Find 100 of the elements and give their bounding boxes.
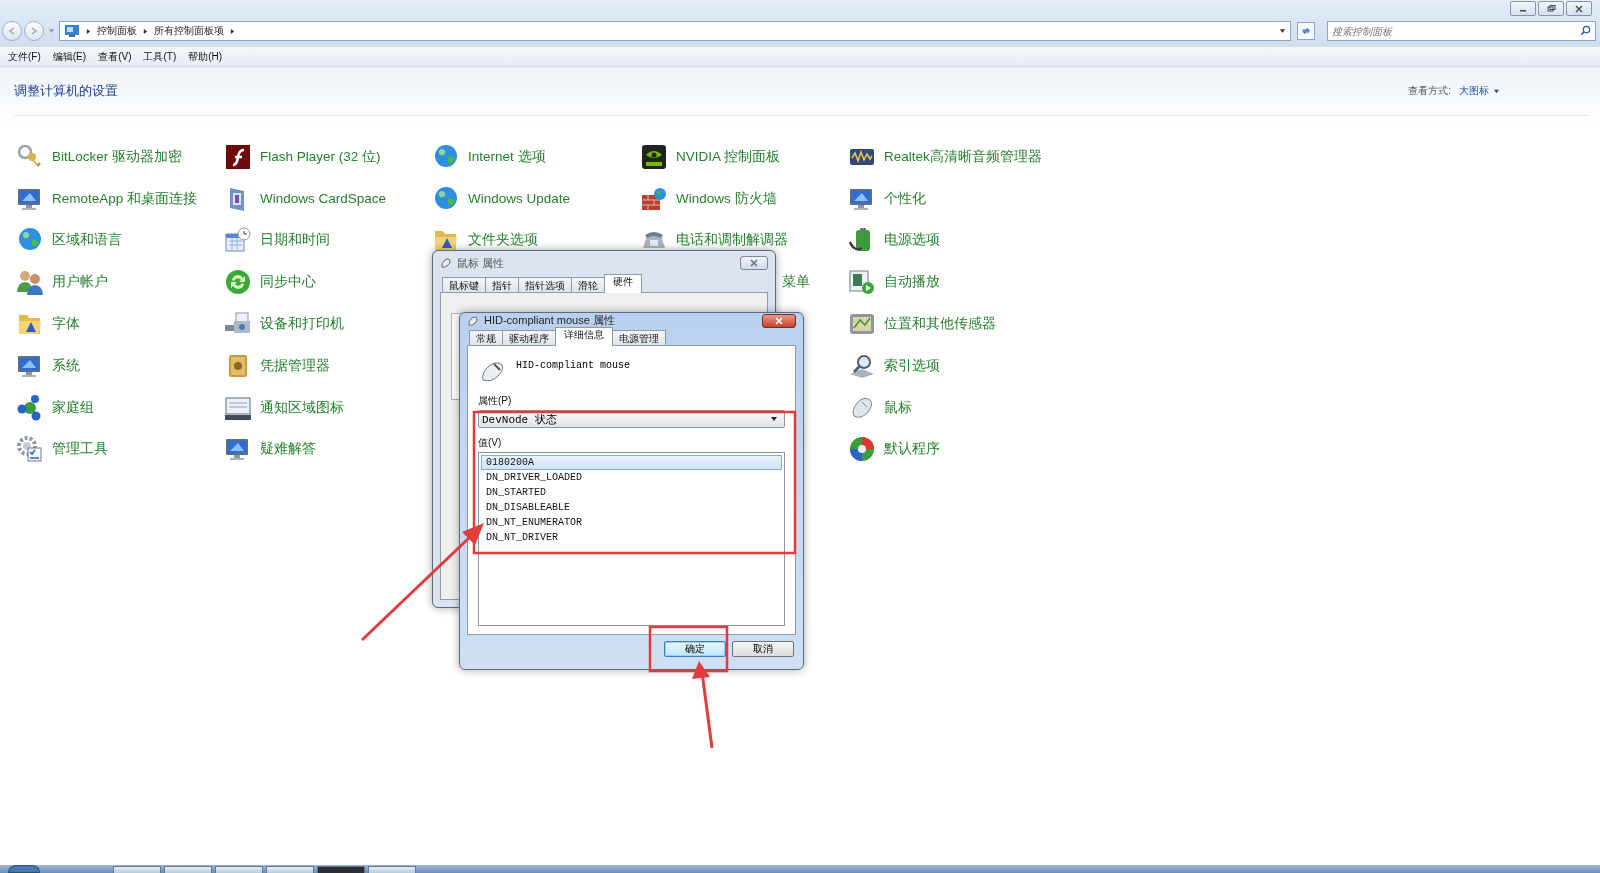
- item-link[interactable]: 字体: [52, 315, 80, 334]
- taskbar-button[interactable]: [368, 866, 416, 873]
- field-label: 值(V): [478, 436, 503, 450]
- item-link[interactable]: 电话和调制解调器: [676, 231, 788, 250]
- close-icon: [749, 259, 759, 267]
- tab[interactable]: 详细信息: [555, 327, 613, 346]
- tab[interactable]: 电源管理: [612, 330, 666, 346]
- item-link[interactable]: 菜单: [782, 273, 810, 292]
- sync-icon: [224, 268, 252, 297]
- search-field[interactable]: 搜索控制面板: [1327, 21, 1596, 41]
- item-link[interactable]: 个性化: [884, 189, 926, 208]
- item-link[interactable]: 区域和语言: [52, 231, 122, 250]
- item-link[interactable]: Windows 防火墙: [676, 189, 777, 208]
- people-icon: [16, 268, 44, 297]
- chevron-icon[interactable]: [230, 27, 235, 35]
- dropdown-caret-icon[interactable]: [1279, 28, 1286, 34]
- mouse-icon: [467, 314, 479, 327]
- item-link[interactable]: 电源选项: [884, 231, 940, 250]
- tab[interactable]: 驱动程序: [502, 330, 556, 346]
- view-dropdown[interactable]: 大图标: [1459, 84, 1500, 98]
- close-button[interactable]: [740, 256, 768, 270]
- item-link[interactable]: Windows CardSpace: [260, 191, 387, 207]
- item-link[interactable]: 位置和其他传感器: [884, 315, 996, 334]
- taskbar-button[interactable]: [215, 866, 263, 873]
- start-button[interactable]: [8, 865, 40, 873]
- item-link[interactable]: Windows Update: [468, 191, 571, 207]
- item-link[interactable]: Flash Player (32 位): [260, 147, 381, 166]
- list-item[interactable]: 0180200A: [481, 455, 782, 470]
- back-button[interactable]: [2, 21, 22, 41]
- caret-icon: [1493, 88, 1500, 94]
- item-link[interactable]: 自动播放: [884, 273, 940, 292]
- item-link[interactable]: 默认程序: [884, 440, 940, 459]
- close-icon: [1574, 4, 1584, 13]
- dialog-title: 鼠标 属性: [457, 255, 505, 271]
- item-link[interactable]: 索引选项: [884, 356, 940, 375]
- item-link[interactable]: Realtek高清晰音频管理器: [884, 147, 1042, 166]
- dialog-title: HID-compliant mouse 属性: [484, 313, 615, 328]
- item-link[interactable]: 管理工具: [52, 440, 108, 459]
- taskbar-button[interactable]: [113, 866, 161, 873]
- item-link[interactable]: NVIDIA 控制面板: [676, 147, 780, 166]
- taskbar-button[interactable]: [164, 866, 212, 873]
- item-link[interactable]: 鼠标: [884, 398, 912, 417]
- item-link[interactable]: Internet 选项: [468, 147, 546, 166]
- refresh-icon: [1301, 26, 1311, 36]
- taskbar-button[interactable]: [266, 866, 314, 873]
- tab[interactable]: 指针选项: [518, 277, 572, 293]
- control-panel-icon: [64, 24, 80, 38]
- tab[interactable]: 硬件: [604, 274, 642, 293]
- caret-icon[interactable]: [48, 28, 55, 34]
- tab[interactable]: 鼠标键: [442, 277, 486, 293]
- chevron-icon[interactable]: [143, 27, 148, 35]
- list-item[interactable]: DN_DISABLEABLE: [481, 500, 782, 515]
- display-card-icon: [640, 142, 668, 171]
- item-link[interactable]: BitLocker 驱动器加密: [52, 147, 183, 166]
- menu-item[interactable]: 查看(V): [98, 49, 132, 64]
- menu-item[interactable]: 帮助(H): [188, 49, 223, 64]
- item-link[interactable]: 日期和时间: [260, 231, 330, 250]
- close-icon: [774, 316, 784, 325]
- menu-item[interactable]: 文件(F): [8, 49, 41, 64]
- list-item[interactable]: DN_STARTED: [481, 485, 782, 500]
- item-link[interactable]: 设备和打印机: [260, 315, 344, 334]
- list-item[interactable]: DN_NT_ENUMERATOR: [481, 515, 782, 530]
- item-link[interactable]: 凭据管理器: [260, 356, 330, 375]
- menu-item[interactable]: 编辑(E): [52, 49, 87, 64]
- breadcrumb[interactable]: 所有控制面板项: [154, 24, 224, 38]
- restore-icon: [1546, 4, 1556, 13]
- item-link[interactable]: 文件夹选项: [468, 231, 538, 250]
- cancel-button[interactable]: 取消: [732, 641, 794, 657]
- ok-button[interactable]: 确定: [664, 641, 726, 657]
- item-link[interactable]: 疑难解答: [260, 440, 316, 459]
- taskbar-button[interactable]: [317, 866, 365, 873]
- device-name: HID-compliant mouse: [516, 360, 631, 371]
- tab[interactable]: 常规: [469, 330, 503, 346]
- calendar-icon: [224, 226, 252, 255]
- item-link[interactable]: 家庭组: [52, 398, 94, 417]
- field-label: 属性(P): [478, 394, 513, 408]
- close-button[interactable]: [1566, 1, 1592, 16]
- item-link[interactable]: 通知区域图标: [260, 398, 344, 417]
- close-button[interactable]: [762, 313, 796, 328]
- forward-button[interactable]: [24, 21, 44, 41]
- restore-button[interactable]: [1538, 1, 1564, 16]
- address-bar[interactable]: 控制面板 所有控制面板项: [59, 21, 1291, 41]
- caret-icon: [770, 416, 778, 422]
- list-item[interactable]: DN_NT_DRIVER: [481, 530, 782, 545]
- item-link[interactable]: RemoteApp 和桌面连接: [52, 189, 198, 208]
- chevron-icon[interactable]: [86, 27, 91, 35]
- search-icon: [1580, 25, 1591, 36]
- item-link[interactable]: 用户帐户: [52, 273, 108, 292]
- tab[interactable]: 滑轮: [571, 277, 605, 293]
- menu-item[interactable]: 工具(T): [143, 49, 177, 64]
- tab[interactable]: 指针: [485, 277, 519, 293]
- page-title: 调整计算机的设置: [14, 82, 118, 100]
- breadcrumb[interactable]: 控制面板: [97, 24, 137, 38]
- forward-icon: [29, 26, 39, 36]
- play-icon: [848, 268, 876, 297]
- list-item[interactable]: DN_DRIVER_LOADED: [481, 470, 782, 485]
- item-link[interactable]: 同步中心: [260, 273, 316, 292]
- refresh-button[interactable]: [1297, 22, 1315, 40]
- orb-icon: [848, 435, 876, 464]
- item-link[interactable]: 系统: [52, 356, 80, 375]
